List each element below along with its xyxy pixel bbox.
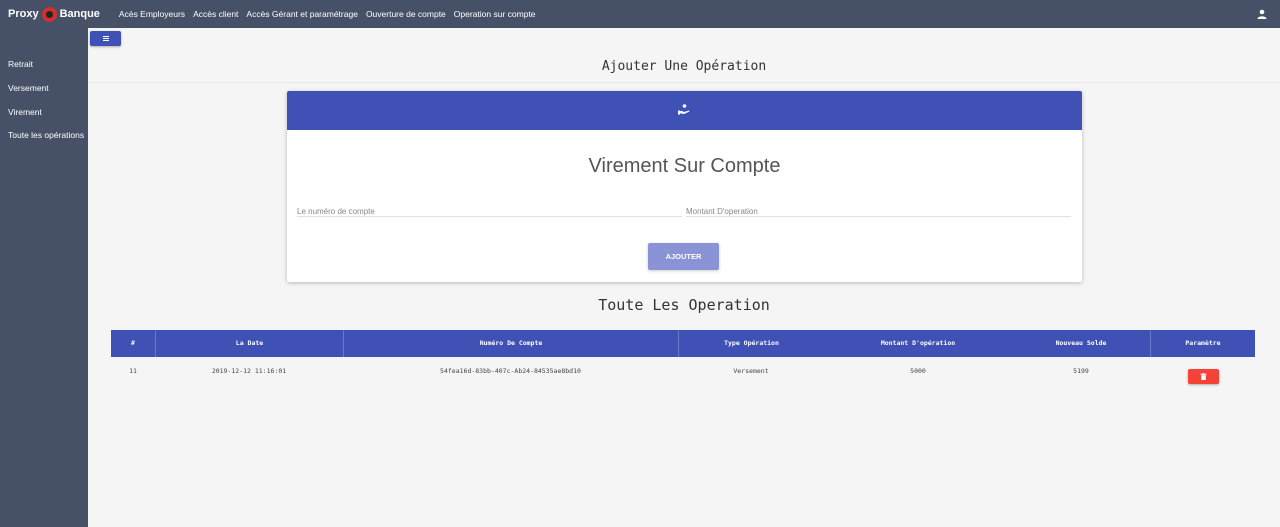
operations-table-header: # La Date Numéro De Compte Type Opératio… bbox=[111, 330, 1255, 357]
operation-form-card: Virement Sur Compte AJOUTER bbox=[287, 91, 1082, 282]
nav-link-account-operation[interactable]: Operation sur compte bbox=[454, 9, 536, 19]
nav-link-client[interactable]: Accès client bbox=[193, 9, 238, 19]
amount-field bbox=[686, 201, 1071, 217]
column-header-amount: Montant D'opération bbox=[880, 339, 956, 347]
sidebar-item-versement[interactable]: Versement bbox=[8, 83, 49, 93]
nav-link-manager[interactable]: Accès Gérant et paramétrage bbox=[246, 9, 358, 19]
delete-button[interactable] bbox=[1188, 369, 1219, 384]
nav-links: Acès Employeurs Accès client Accès Géran… bbox=[119, 9, 544, 19]
top-navbar: Proxy Banque Acès Employeurs Accès clien… bbox=[0, 0, 1280, 28]
sidebar-toggle-button[interactable] bbox=[90, 31, 121, 46]
nav-link-open-account[interactable]: Ouverture de compte bbox=[366, 9, 446, 19]
amount-input[interactable] bbox=[686, 207, 1071, 216]
cell-amount: 5000 bbox=[910, 367, 926, 375]
nav-link-employees[interactable]: Acès Employeurs bbox=[119, 9, 185, 19]
divider bbox=[88, 82, 1280, 83]
brand-name-left: Proxy bbox=[8, 8, 39, 20]
column-header-date: La Date bbox=[155, 330, 343, 357]
cell-id: 11 bbox=[129, 367, 137, 375]
sidebar-item-virement[interactable]: Virement bbox=[8, 107, 42, 117]
column-header-balance: Nouveau Solde bbox=[1055, 339, 1107, 347]
operations-title: Toute Les Operation bbox=[598, 296, 770, 314]
user-icon[interactable] bbox=[1257, 9, 1267, 19]
cell-type: Versement bbox=[733, 367, 769, 375]
cell-account: 54fea16d-83bb-407c-Ab24-84535ae8bd10 bbox=[440, 367, 581, 375]
menu-icon bbox=[102, 36, 109, 37]
sidebar: Retrait Versement Virement Toute les opé… bbox=[0, 28, 88, 527]
column-header-id: # bbox=[131, 339, 135, 347]
sidebar-item-all-operations[interactable]: Toute les opérations bbox=[8, 130, 84, 140]
card-header bbox=[287, 91, 1082, 130]
sidebar-item-retrait[interactable]: Retrait bbox=[8, 59, 33, 69]
trash-icon bbox=[1200, 373, 1207, 380]
hand-coin-icon bbox=[678, 104, 690, 115]
brand-emblem-icon bbox=[41, 6, 57, 22]
form-title: Virement Sur Compte bbox=[588, 155, 781, 177]
cell-date: 2019-12-12 11:16:01 bbox=[211, 367, 287, 375]
add-button[interactable]: AJOUTER bbox=[648, 243, 719, 270]
brand-logo[interactable]: Proxy Banque bbox=[8, 6, 100, 22]
column-header-type: Type Opération bbox=[678, 330, 824, 357]
account-number-field bbox=[297, 201, 682, 217]
account-number-input[interactable] bbox=[297, 207, 682, 216]
page-title: Ajouter Une Opération bbox=[601, 59, 767, 74]
cell-balance: 5199 bbox=[1073, 367, 1089, 375]
column-header-actions: Paramètre bbox=[1150, 330, 1255, 357]
column-header-account: Numéro De Compte bbox=[343, 330, 678, 357]
brand-name-right: Banque bbox=[59, 8, 100, 20]
